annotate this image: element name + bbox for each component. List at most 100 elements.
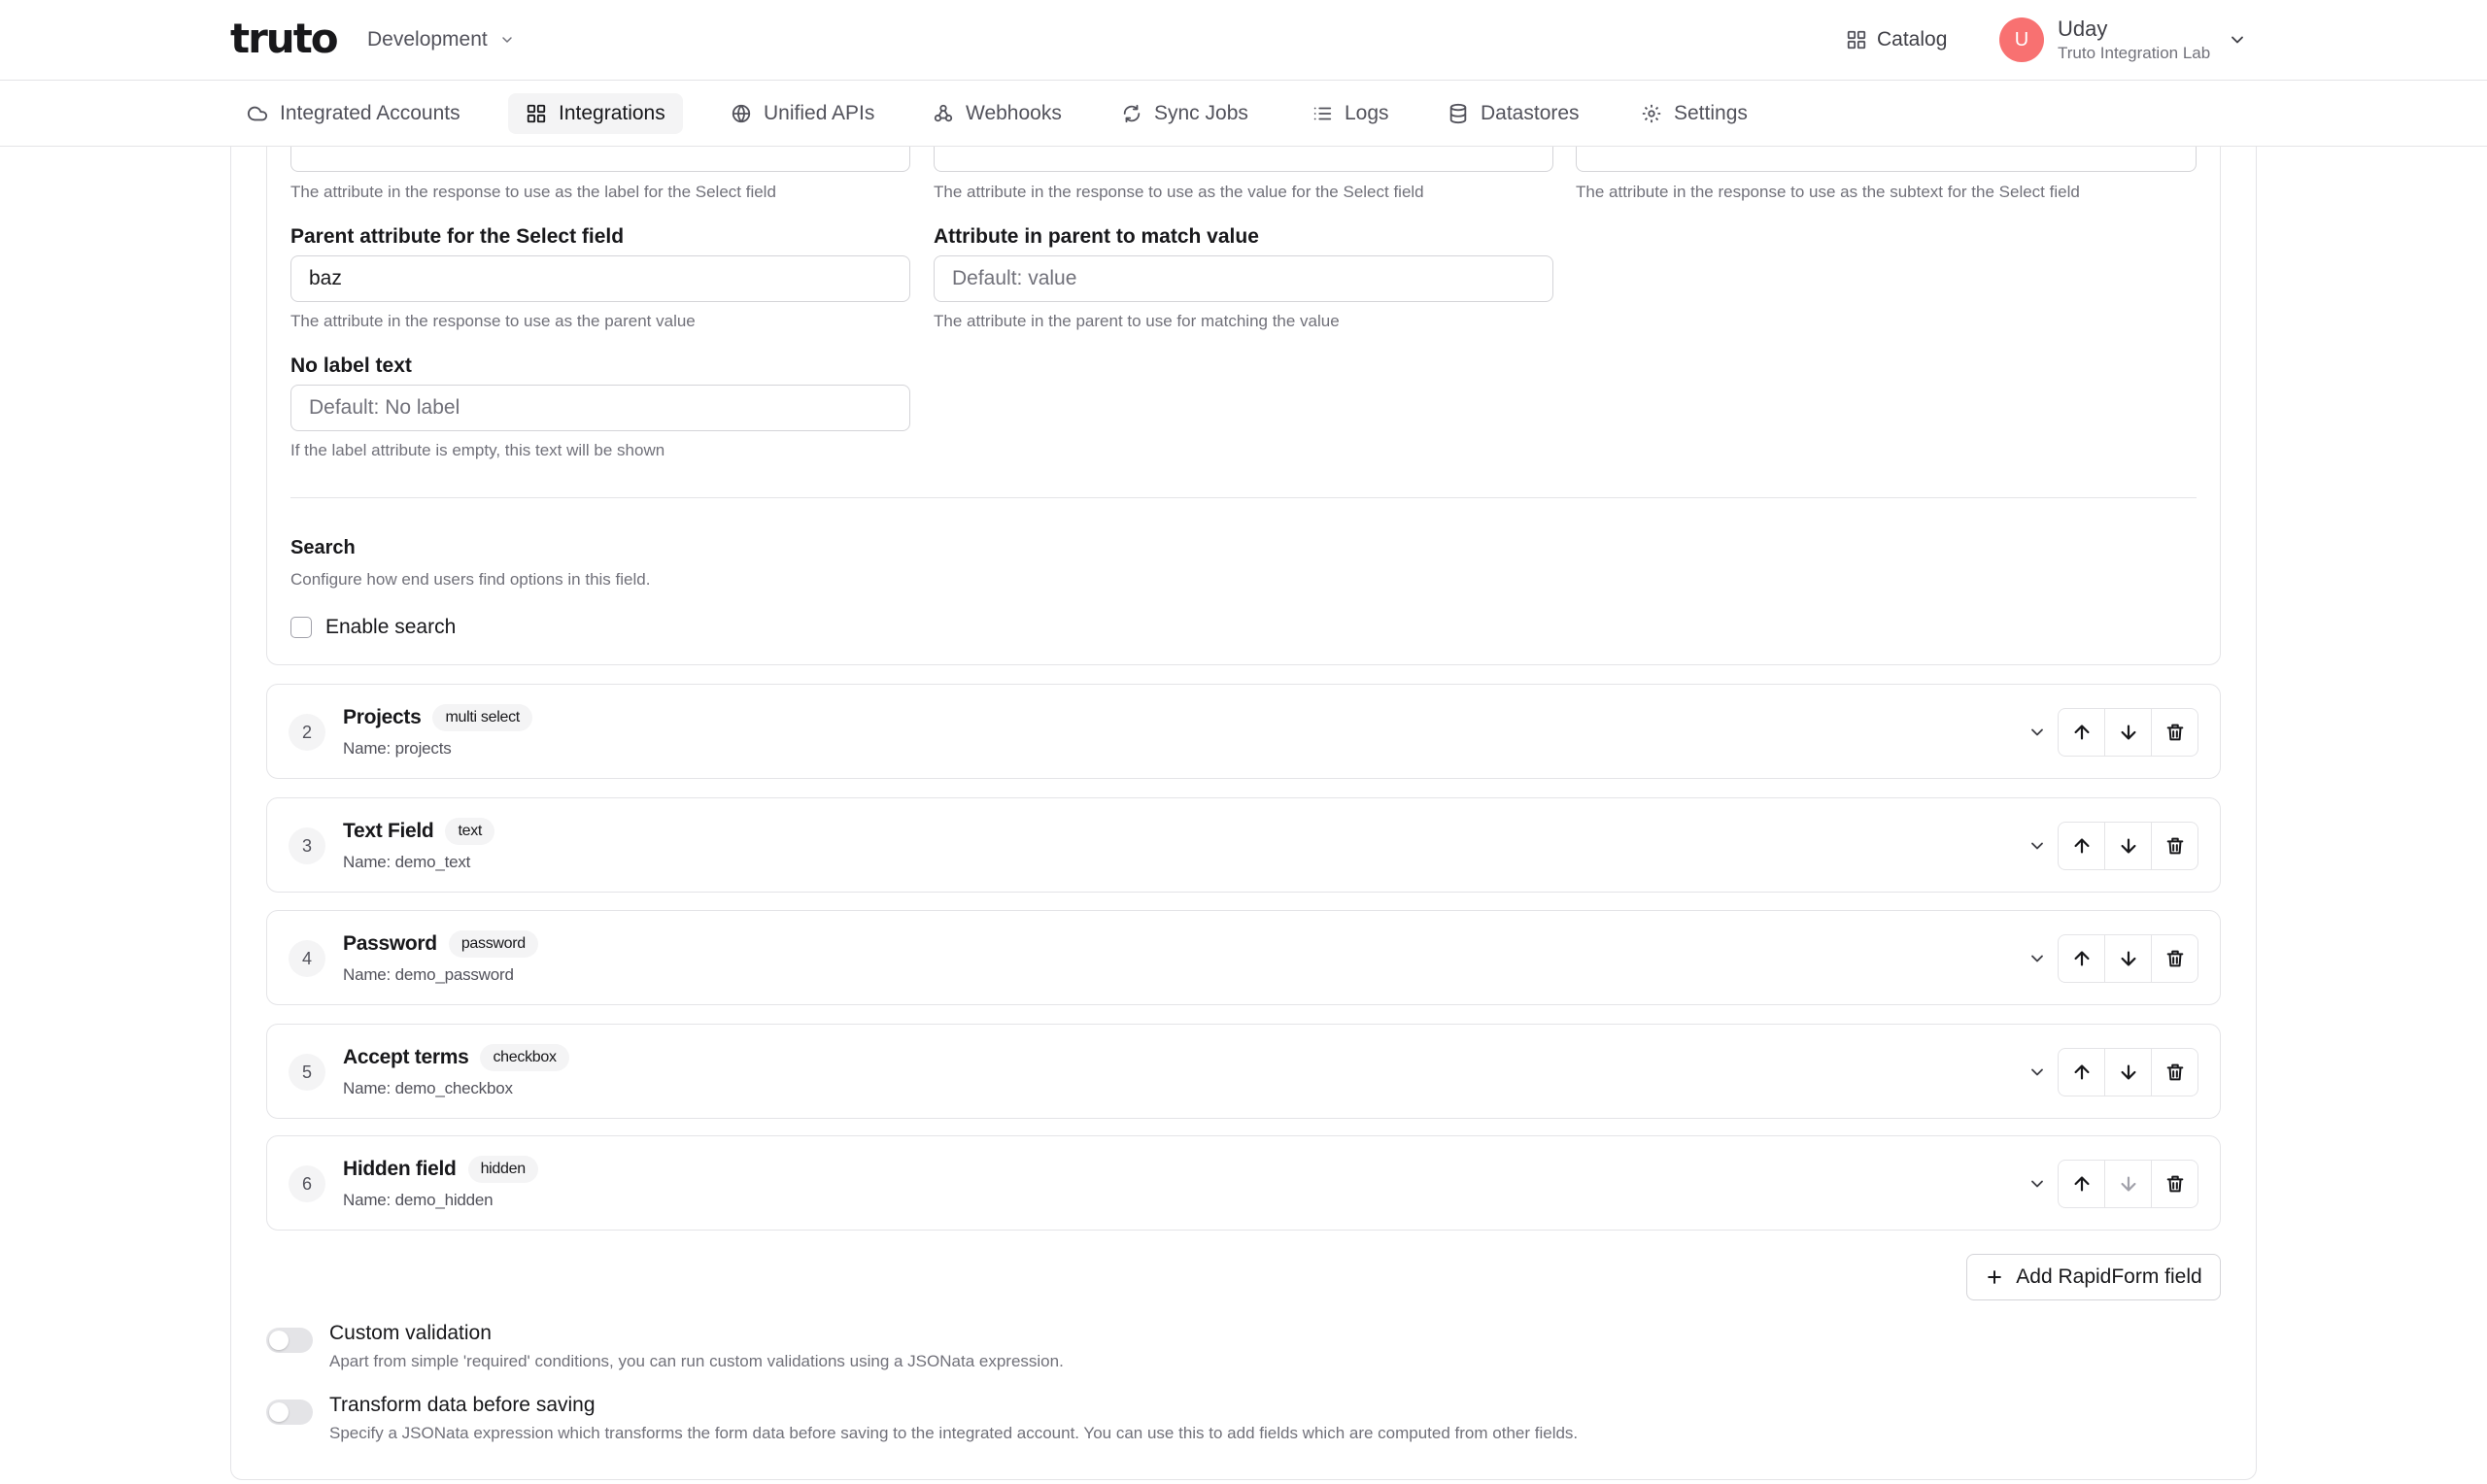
field-number: 4 (289, 940, 325, 977)
chevron-down-icon (2027, 949, 2047, 968)
parent-attribute-input[interactable]: baz (290, 255, 910, 302)
chevron-down-icon (2228, 30, 2247, 50)
label-attribute-input[interactable]: name (290, 147, 910, 172)
no-label-label: No label text (290, 354, 412, 377)
field-name: Name: demo_text (343, 853, 471, 871)
trash-icon (2164, 1173, 2186, 1195)
expand-field-button[interactable] (2024, 1170, 2051, 1197)
field-actions (2058, 1048, 2198, 1096)
field-title: Projects (343, 706, 422, 728)
field-title: Hidden field (343, 1158, 457, 1180)
move-down-button[interactable] (2104, 709, 2151, 756)
transform-data-toggle[interactable] (266, 1400, 313, 1425)
field-actions (2058, 1160, 2198, 1208)
arrow-down-icon (2118, 1173, 2139, 1195)
chevron-down-icon (2027, 723, 2047, 742)
field-actions (2058, 934, 2198, 983)
move-up-button[interactable] (2059, 709, 2104, 756)
move-up-button[interactable] (2059, 823, 2104, 869)
catalog-button[interactable]: Catalog (1846, 25, 1947, 54)
move-up-button[interactable] (2059, 935, 2104, 982)
tab-webhooks[interactable]: Webhooks (915, 93, 1079, 134)
parent-match-label: Attribute in parent to match value (934, 225, 1259, 248)
grid-icon (526, 103, 547, 124)
custom-validation-toggle[interactable] (266, 1328, 313, 1353)
field-row[interactable]: 5 Accept terms checkbox Name: demo_check… (266, 1024, 2221, 1119)
field-row[interactable]: 4 Password password Name: demo_password (266, 910, 2221, 1005)
field-number: 5 (289, 1054, 325, 1091)
field-title: Accept terms (343, 1046, 469, 1068)
field-name: Name: demo_hidden (343, 1191, 494, 1209)
field-type-badge: multi select (432, 704, 532, 731)
expand-field-button[interactable] (2024, 1059, 2051, 1086)
add-rapidform-field-button[interactable]: Add RapidForm field (1966, 1254, 2221, 1300)
tab-label: Datastores (1481, 102, 1580, 124)
field-type-badge: text (445, 818, 495, 845)
tab-settings[interactable]: Settings (1623, 93, 1765, 134)
delete-field-button[interactable] (2151, 1161, 2197, 1207)
tab-sync-jobs[interactable]: Sync Jobs (1104, 93, 1266, 134)
no-label-input[interactable]: Default: No label (290, 385, 910, 431)
truto-logo[interactable]: truto (230, 15, 339, 62)
move-up-button[interactable] (2059, 1161, 2104, 1207)
trash-icon (2164, 1062, 2186, 1083)
enable-search-label: Enable search (325, 616, 457, 638)
arrow-up-icon (2071, 1173, 2093, 1195)
subtext-attribute-help: The attribute in the response to use as … (1576, 183, 2080, 201)
arrow-up-icon (2071, 835, 2093, 857)
tab-logs[interactable]: Logs (1294, 93, 1407, 134)
tab-unified-apis[interactable]: Unified APIs (713, 93, 892, 134)
sync-icon (1121, 103, 1142, 124)
move-up-button[interactable] (2059, 1049, 2104, 1096)
chevron-down-icon (2027, 1062, 2047, 1082)
expand-field-button[interactable] (2024, 832, 2051, 860)
arrow-down-icon (2118, 722, 2139, 743)
tab-label: Logs (1345, 102, 1389, 124)
delete-field-button[interactable] (2151, 1049, 2197, 1096)
field-name: Name: projects (343, 739, 452, 758)
subtext-attribute-input[interactable]: id (1576, 147, 2197, 172)
top-bar: truto Development Catalog U Uday Truto I… (0, 0, 2487, 81)
parent-match-help: The attribute in the parent to use for m… (934, 312, 1340, 330)
field-type-badge: checkbox (480, 1044, 569, 1071)
webhook-icon (933, 103, 954, 124)
database-icon (1448, 103, 1469, 124)
enable-search-option[interactable]: Enable search (290, 616, 456, 639)
field-type-badge: password (448, 930, 538, 958)
transform-data-title: Transform data before saving (329, 1394, 596, 1416)
parent-attribute-help: The attribute in the response to use as … (290, 312, 696, 330)
custom-validation-desc: Apart from simple 'required' conditions,… (329, 1352, 1064, 1370)
field-row[interactable]: 3 Text Field text Name: demo_text (266, 797, 2221, 893)
chevron-down-icon (2027, 1174, 2047, 1194)
expand-field-button[interactable] (2024, 945, 2051, 972)
expand-field-button[interactable] (2024, 719, 2051, 746)
value-attribute-input[interactable]: id (934, 147, 1553, 172)
field-number: 3 (289, 827, 325, 864)
field-row[interactable]: 2 Projects multi select Name: projects (266, 684, 2221, 779)
move-down-button[interactable] (2104, 1049, 2151, 1096)
tab-label: Webhooks (966, 102, 1062, 124)
parent-attribute-label: Parent attribute for the Select field (290, 225, 625, 248)
field-title: Text Field (343, 820, 434, 842)
user-menu[interactable]: U Uday Truto Integration Lab (1999, 16, 2247, 64)
environment-switcher[interactable]: Development (367, 25, 515, 54)
move-down-button[interactable] (2104, 823, 2151, 869)
tab-datastores[interactable]: Datastores (1430, 93, 1597, 134)
tab-integrations[interactable]: Integrations (508, 93, 683, 134)
transform-data-desc: Specify a JSONata expression which trans… (329, 1424, 1579, 1442)
delete-field-button[interactable] (2151, 935, 2197, 982)
parent-match-input[interactable]: Default: value (934, 255, 1553, 302)
arrow-down-icon (2118, 1062, 2139, 1083)
arrow-down-icon (2118, 948, 2139, 969)
move-down-button (2104, 1161, 2151, 1207)
tab-label: Integrations (559, 102, 665, 124)
logo-text: truto (230, 15, 339, 62)
arrow-up-icon (2071, 722, 2093, 743)
tab-integrated-accounts[interactable]: Integrated Accounts (229, 93, 478, 134)
custom-validation-title: Custom validation (329, 1322, 492, 1344)
field-row[interactable]: 6 Hidden field hidden Name: demo_hidden (266, 1135, 2221, 1231)
move-down-button[interactable] (2104, 935, 2151, 982)
enable-search-checkbox[interactable] (290, 617, 312, 638)
delete-field-button[interactable] (2151, 709, 2197, 756)
delete-field-button[interactable] (2151, 823, 2197, 869)
